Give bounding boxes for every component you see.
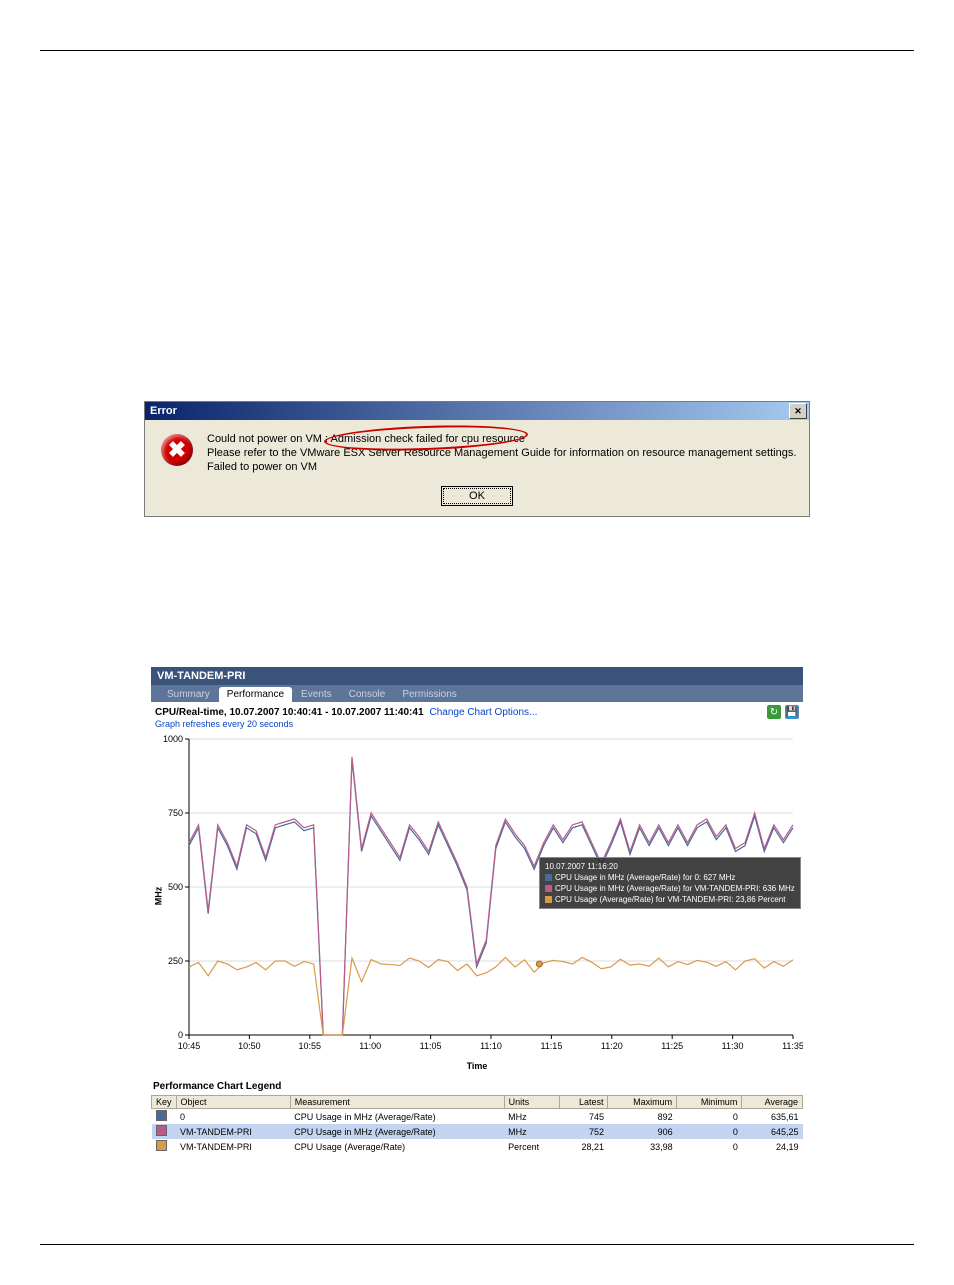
svg-text:1000: 1000 bbox=[163, 734, 183, 744]
tab-events[interactable]: Events bbox=[293, 687, 340, 702]
error-icon: ✖ bbox=[161, 434, 193, 466]
dialog-message: Could not power on VM : Admission check … bbox=[207, 432, 799, 474]
tab-summary[interactable]: Summary bbox=[159, 687, 218, 702]
change-chart-options-link[interactable]: Change Chart Options... bbox=[430, 707, 538, 718]
legend-title: Performance Chart Legend bbox=[151, 1075, 803, 1095]
dialog-titlebar: Error ✕ bbox=[145, 402, 809, 420]
svg-text:11:10: 11:10 bbox=[480, 1041, 502, 1051]
svg-text:10:50: 10:50 bbox=[238, 1041, 261, 1051]
svg-text:10:45: 10:45 bbox=[178, 1041, 201, 1051]
svg-text:11:20: 11:20 bbox=[601, 1041, 623, 1051]
table-row[interactable]: 0CPU Usage in MHz (Average/Rate)MHz74589… bbox=[152, 1109, 803, 1125]
chart-area: MHz 0 250 500 750 1000 10:45 10:50 10:55 11:00 11… bbox=[151, 731, 803, 1061]
save-icon[interactable]: 💾 bbox=[785, 705, 799, 719]
svg-text:11:05: 11:05 bbox=[420, 1041, 442, 1051]
performance-panel: VM-TANDEM-PRI Summary Performance Events… bbox=[151, 667, 803, 1154]
svg-text:10:55: 10:55 bbox=[299, 1041, 322, 1051]
table-row[interactable]: VM-TANDEM-PRICPU Usage in MHz (Average/R… bbox=[152, 1124, 803, 1139]
svg-text:500: 500 bbox=[168, 882, 183, 892]
chart-tooltip: 10.07.2007 11:16:20 CPU Usage in MHz (Av… bbox=[539, 857, 801, 909]
tab-console[interactable]: Console bbox=[341, 687, 394, 702]
svg-text:11:30: 11:30 bbox=[722, 1041, 744, 1051]
tab-permissions[interactable]: Permissions bbox=[394, 687, 464, 702]
svg-text:11:25: 11:25 bbox=[661, 1041, 683, 1051]
chart-title: CPU/Real-time, 10.07.2007 10:40:41 - 10.… bbox=[155, 707, 424, 718]
vm-name-header: VM-TANDEM-PRI bbox=[151, 667, 803, 685]
x-axis-label: Time bbox=[151, 1061, 803, 1075]
svg-text:250: 250 bbox=[168, 956, 183, 966]
tab-performance[interactable]: Performance bbox=[219, 687, 292, 702]
ok-button[interactable]: OK bbox=[441, 486, 513, 506]
refresh-icon[interactable]: ↻ bbox=[767, 705, 781, 719]
y-axis-label: MHz bbox=[153, 887, 163, 906]
tab-bar: Summary Performance Events Console Permi… bbox=[151, 685, 803, 702]
dialog-title: Error bbox=[147, 405, 789, 417]
svg-text:11:15: 11:15 bbox=[540, 1041, 562, 1051]
table-row[interactable]: VM-TANDEM-PRICPU Usage (Average/Rate)Per… bbox=[152, 1139, 803, 1154]
error-dialog: Error ✕ ✖ Could not power on VM : Admiss… bbox=[144, 401, 810, 517]
close-icon[interactable]: ✕ bbox=[789, 403, 807, 419]
refresh-note: Graph refreshes every 20 seconds bbox=[151, 719, 803, 731]
svg-text:750: 750 bbox=[168, 808, 183, 818]
svg-text:0: 0 bbox=[178, 1030, 183, 1040]
legend-table: Key Object Measurement Units Latest Maxi… bbox=[151, 1095, 803, 1154]
svg-text:11:00: 11:00 bbox=[359, 1041, 381, 1051]
svg-text:11:35: 11:35 bbox=[782, 1041, 803, 1051]
